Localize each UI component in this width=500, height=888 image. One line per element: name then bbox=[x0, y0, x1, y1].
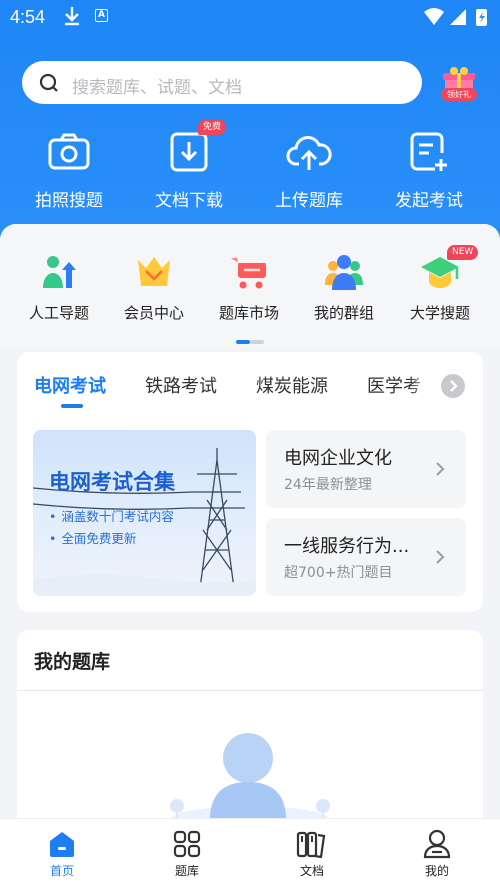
action-upload-bank[interactable]: 上传题库 bbox=[259, 130, 359, 211]
exam-banner[interactable]: 电网考试合集 涵盖数十门考试内容 全面免费更新 bbox=[33, 430, 256, 596]
header-background bbox=[0, 0, 500, 250]
nav-home[interactable]: 首页 bbox=[22, 829, 102, 879]
action-doc-download[interactable]: 文档下载 bbox=[139, 130, 239, 211]
nav-label: 我的 bbox=[424, 864, 449, 878]
search-placeholder: 搜索题库、试题、文档 bbox=[72, 78, 242, 98]
info-card-title: 电网企业文化 bbox=[284, 448, 392, 469]
manual-import-icon bbox=[11, 250, 107, 294]
bottom-nav: 首页 题库 文档 我的 bbox=[0, 818, 500, 888]
action-label: 上传题库 bbox=[275, 191, 343, 211]
active-tab-indicator bbox=[61, 404, 83, 408]
cart-icon bbox=[201, 250, 297, 294]
banner-line: 涵盖数十门考试内容 bbox=[49, 506, 174, 525]
search-icon bbox=[38, 72, 60, 98]
action-label: 拍照搜题 bbox=[35, 191, 103, 211]
grid-item-my-groups[interactable]: 我的群组 bbox=[296, 250, 392, 323]
info-card-service-behavior[interactable]: 一线服务行为... 超700+热门题目 bbox=[266, 518, 466, 596]
action-label: 发起考试 bbox=[395, 191, 463, 211]
home-icon bbox=[22, 829, 102, 859]
info-card-enterprise-culture[interactable]: 电网企业文化 24年最新整理 bbox=[266, 430, 466, 508]
chevron-right-icon bbox=[436, 462, 445, 476]
chevron-right-icon bbox=[450, 380, 458, 392]
nav-label: 题库 bbox=[174, 864, 199, 878]
tab-coal-energy[interactable]: 煤炭能源 bbox=[256, 372, 328, 398]
my-bank-title: 我的题库 bbox=[34, 651, 111, 673]
notification-a-icon: A bbox=[95, 9, 108, 22]
action-start-exam[interactable]: 发起考试 bbox=[379, 130, 479, 211]
download-status-icon bbox=[62, 5, 82, 31]
status-right-icons bbox=[422, 6, 492, 32]
free-badge: 免费 bbox=[198, 119, 227, 135]
tab-power-grid[interactable]: 电网考试 bbox=[34, 372, 106, 398]
tabs-fade bbox=[408, 368, 438, 402]
nav-label: 首页 bbox=[49, 864, 74, 878]
grid-label: 我的群组 bbox=[313, 304, 374, 322]
tabs-scroll-right-button[interactable] bbox=[441, 374, 465, 398]
grid-icon bbox=[147, 829, 227, 859]
crown-icon bbox=[106, 250, 202, 294]
grid-item-college-search[interactable]: 大学搜题 bbox=[392, 250, 488, 323]
signal-icon bbox=[450, 9, 466, 25]
grid-item-vip-center[interactable]: 会员中心 bbox=[106, 250, 202, 323]
new-badge: NEW bbox=[447, 245, 479, 260]
nav-label: 文档 bbox=[299, 864, 324, 878]
grid-label: 大学搜题 bbox=[409, 304, 470, 322]
nav-mine[interactable]: 我的 bbox=[397, 829, 477, 879]
camera-icon bbox=[19, 130, 119, 174]
empty-state-illustration bbox=[165, 720, 335, 834]
info-card-subtitle: 24年最新整理 bbox=[284, 477, 372, 493]
user-icon bbox=[397, 829, 477, 859]
grid-item-manual-import[interactable]: 人工导题 bbox=[11, 250, 107, 323]
divider bbox=[17, 690, 483, 691]
status-bar: 4:54 A bbox=[0, 0, 500, 34]
banner-title: 电网考试合集 bbox=[49, 470, 175, 494]
chevron-right-icon bbox=[436, 550, 445, 564]
nav-question-bank[interactable]: 题库 bbox=[147, 829, 227, 879]
action-label: 文档下载 bbox=[155, 191, 223, 211]
info-card-subtitle: 超700+热门题目 bbox=[284, 565, 393, 581]
nav-documents[interactable]: 文档 bbox=[272, 829, 352, 879]
battery-icon bbox=[476, 9, 487, 26]
grid-label: 题库市场 bbox=[218, 304, 279, 322]
search-bar[interactable]: 搜索题库、试题、文档 bbox=[22, 61, 422, 104]
grid-label: 会员中心 bbox=[123, 304, 184, 322]
gift-label[interactable]: 领好礼 bbox=[441, 88, 477, 101]
grid-label: 人工导题 bbox=[28, 304, 89, 322]
wifi-icon bbox=[424, 8, 444, 25]
info-card-title: 一线服务行为... bbox=[284, 536, 410, 557]
group-icon bbox=[296, 250, 392, 294]
tab-railway[interactable]: 铁路考试 bbox=[145, 372, 217, 398]
create-exam-icon bbox=[379, 130, 479, 174]
grid-item-bank-market[interactable]: 题库市场 bbox=[201, 250, 297, 323]
download-doc-icon bbox=[139, 130, 239, 174]
cloud-upload-icon bbox=[259, 130, 359, 174]
action-photo-search[interactable]: 拍照搜题 bbox=[19, 130, 119, 211]
banner-line: 全面免费更新 bbox=[49, 528, 136, 547]
status-time: 4:54 bbox=[10, 7, 46, 27]
books-icon bbox=[272, 829, 352, 859]
